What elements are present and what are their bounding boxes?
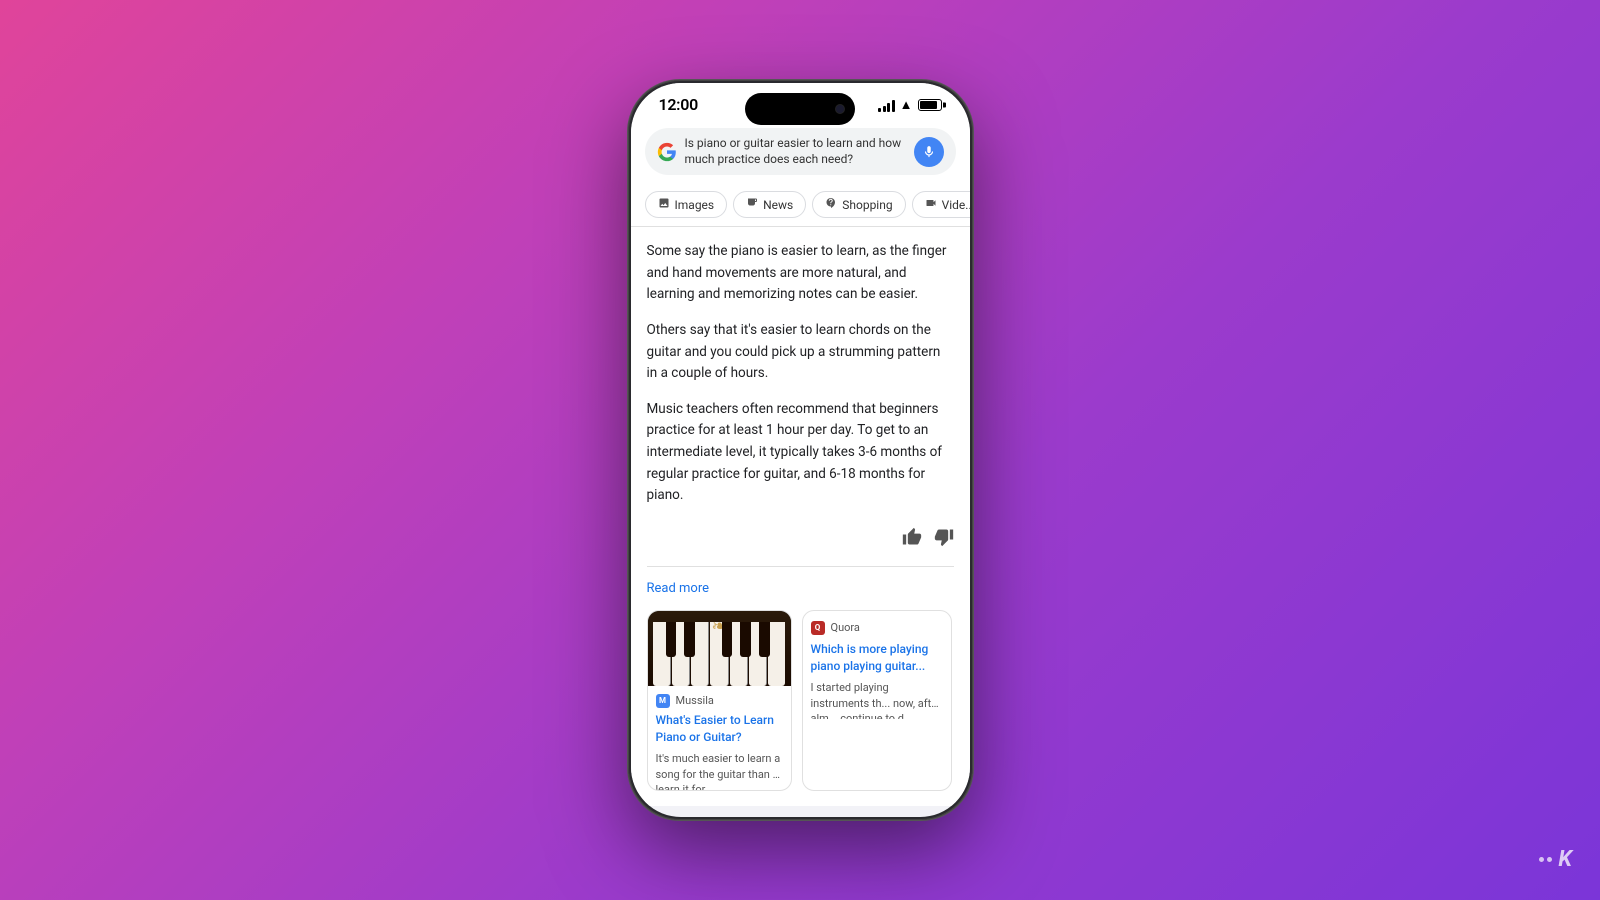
status-time: 12:00 (659, 95, 698, 114)
status-bar: 12:00 ▲ (631, 83, 970, 120)
news-icon (746, 197, 758, 212)
card-image-piano: ❧ (648, 611, 791, 686)
read-more-link[interactable]: Read more (647, 581, 954, 596)
search-query-text: Is piano or guitar easier to learn and h… (685, 136, 906, 167)
card-source-mussila: M Mussila (648, 686, 791, 712)
search-results-content: Some say the piano is easier to learn, a… (631, 227, 970, 806)
quora-favicon: Q (811, 621, 825, 635)
tab-videos-label: Vide... (942, 198, 970, 212)
dynamic-island (745, 93, 855, 125)
search-bar[interactable]: Is piano or guitar easier to learn and h… (645, 128, 956, 175)
tab-news-label: News (763, 198, 793, 212)
card-source-quora: Q Quora (803, 611, 951, 641)
quora-card-snippet: I started playing instruments th... now,… (803, 680, 951, 719)
tab-images-label: Images (675, 198, 715, 212)
mic-icon (922, 145, 936, 159)
images-icon (658, 197, 670, 212)
answer-paragraph-1: Some say the piano is easier to learn, a… (647, 241, 954, 306)
battery-icon (918, 99, 942, 111)
google-logo-icon (657, 142, 677, 162)
shopping-icon (825, 197, 837, 212)
mussila-card-snippet: It's much easier to learn a song for the… (648, 751, 791, 790)
signal-bar-2 (883, 106, 886, 112)
signal-bar-1 (878, 108, 881, 112)
answer-paragraph-3: Music teachers often recommend that begi… (647, 399, 954, 507)
watermark-dots (1539, 857, 1552, 862)
phone-frame: 12:00 ▲ (628, 80, 973, 820)
filter-tabs: Images News Shopping Vide... (631, 185, 970, 227)
knowtechie-watermark: K (1539, 847, 1572, 872)
signal-bar-4 (892, 100, 895, 112)
tab-news[interactable]: News (733, 191, 806, 218)
thumbs-up-button[interactable] (902, 527, 922, 552)
feedback-row (647, 521, 954, 567)
wifi-icon: ▲ (900, 97, 913, 113)
mic-button[interactable] (914, 137, 944, 167)
mussila-favicon: M (656, 694, 670, 708)
signal-bar-3 (887, 103, 890, 112)
quora-card-title[interactable]: Which is more playing piano playing guit… (803, 641, 951, 681)
source-card-mussila[interactable]: ❧ M Mussila What's Easier to Learn Piano… (647, 610, 792, 791)
watermark-dot-1 (1539, 857, 1544, 862)
thumbs-down-button[interactable] (934, 527, 954, 552)
tab-videos[interactable]: Vide... (912, 191, 970, 218)
tab-shopping-label: Shopping (842, 198, 892, 212)
source-cards-row: ❧ M Mussila What's Easier to Learn Piano… (647, 610, 954, 791)
battery-fill (920, 101, 937, 109)
tab-shopping[interactable]: Shopping (812, 191, 905, 218)
search-bar-container: Is piano or guitar easier to learn and h… (631, 120, 970, 185)
watermark-dot-2 (1547, 857, 1552, 862)
mussila-card-title[interactable]: What's Easier to Learn Piano or Guitar? (648, 712, 791, 752)
phone-screen: 12:00 ▲ (631, 83, 970, 817)
answer-paragraph-2: Others say that it's easier to learn cho… (647, 320, 954, 385)
tab-images[interactable]: Images (645, 191, 728, 218)
status-icons: ▲ (878, 97, 941, 113)
video-icon (925, 197, 937, 212)
signal-bars-icon (878, 98, 895, 112)
camera-dot (835, 104, 845, 114)
watermark-k-letter: K (1558, 847, 1572, 872)
source-card-quora[interactable]: Q Quora Which is more playing piano play… (802, 610, 952, 791)
quora-source-name: Quora (831, 621, 860, 634)
mussila-source-name: Mussila (676, 694, 714, 707)
